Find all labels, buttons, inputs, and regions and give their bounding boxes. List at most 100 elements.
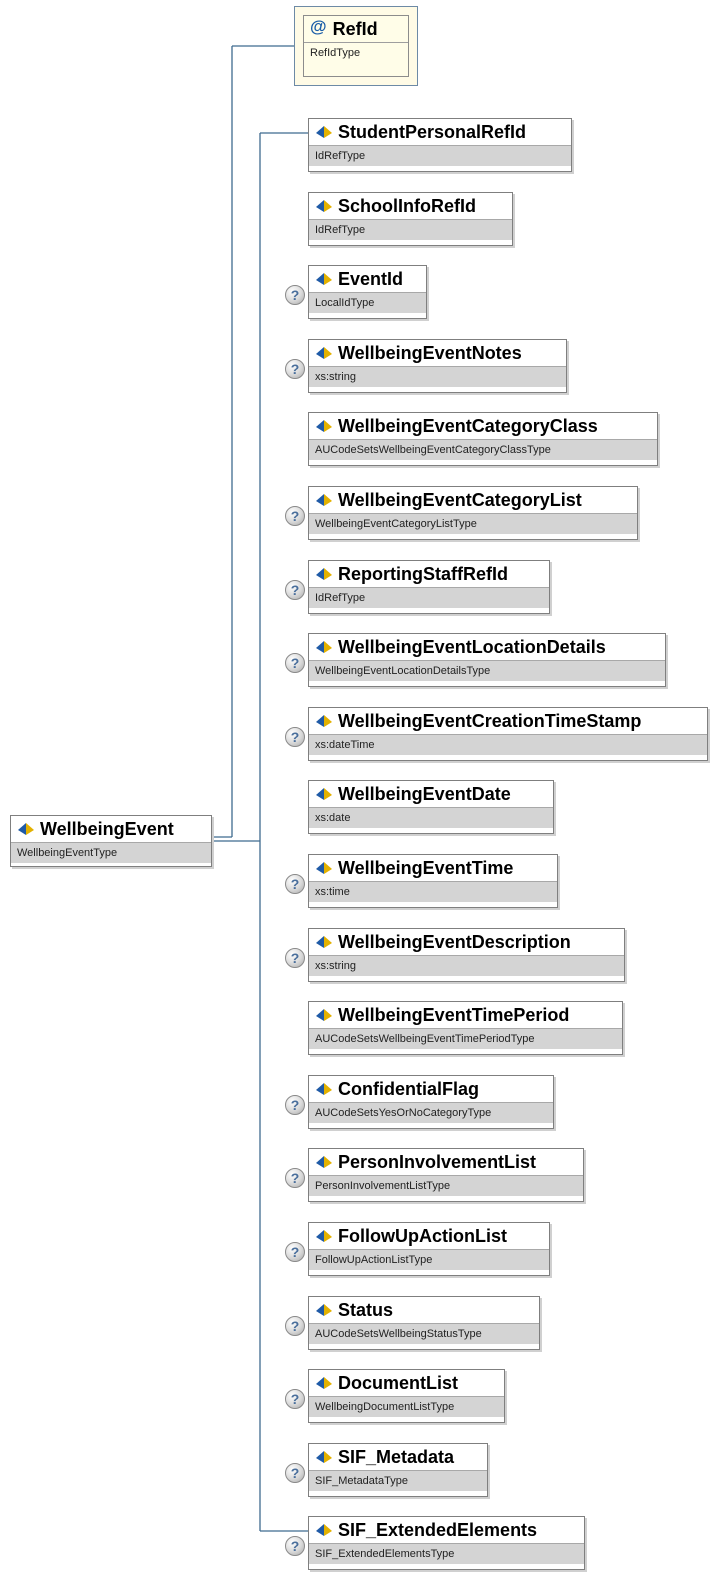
child-element-type: xs:date <box>309 807 553 828</box>
optional-icon: ? <box>285 285 305 305</box>
root-element-box[interactable]: WellbeingEvent WellbeingEventType <box>10 815 212 867</box>
child-element-box[interactable]: WellbeingEventCreationTimeStamp xs:dateTi… <box>308 707 708 761</box>
child-element-type: xs:string <box>309 366 566 387</box>
child-element-type: IdRefType <box>309 145 571 166</box>
child-element-name: EventId <box>338 268 404 289</box>
optional-icon: ? <box>285 359 305 379</box>
child-element-box[interactable]: DocumentList WellbeingDocumentListType <box>308 1369 505 1423</box>
element-icon <box>316 1009 332 1021</box>
element-icon <box>316 126 332 138</box>
child-element-name: PersonInvolvementList <box>338 1151 537 1172</box>
element-icon <box>316 420 332 432</box>
child-element-name: WellbeingEventCategoryList <box>338 489 582 510</box>
child-element-name: WellbeingEventNotes <box>338 342 522 363</box>
child-element-name: WellbeingEventCreationTimeStamp <box>338 710 642 731</box>
optional-icon: ? <box>285 1095 305 1115</box>
child-element-name: WellbeingEventTimePeriod <box>338 1004 570 1025</box>
element-icon <box>316 1230 332 1242</box>
child-element-name: StudentPersonalRefId <box>338 121 527 142</box>
child-element-name: WellbeingEventDate <box>338 783 511 804</box>
root-element-type: WellbeingEventType <box>11 842 211 863</box>
optional-icon: ? <box>285 727 305 747</box>
element-icon <box>316 568 332 580</box>
optional-icon: ? <box>285 1463 305 1483</box>
element-icon <box>316 347 332 359</box>
optional-icon: ? <box>285 653 305 673</box>
child-element-type: AUCodeSetsWellbeingEventTimePeriodType <box>309 1028 622 1049</box>
child-element-box[interactable]: WellbeingEventNotes xs:string <box>308 339 567 393</box>
child-element-type: IdRefType <box>309 219 512 240</box>
child-element-type: AUCodeSetsWellbeingEventCategoryClassTyp… <box>309 439 657 460</box>
child-element-type: xs:string <box>309 955 624 976</box>
element-icon <box>316 788 332 800</box>
child-element-type: xs:time <box>309 881 557 902</box>
child-element-name: WellbeingEventCategoryClass <box>338 415 598 436</box>
attribute-type: RefIdType <box>304 42 408 63</box>
child-element-box[interactable]: WellbeingEventTimePeriod AUCodeSetsWellbe… <box>308 1001 623 1055</box>
child-element-type: PersonInvolvementListType <box>309 1175 583 1196</box>
element-icon <box>316 200 332 212</box>
child-element-box[interactable]: WellbeingEventDate xs:date <box>308 780 554 834</box>
child-element-box[interactable]: WellbeingEventTime xs:time <box>308 854 558 908</box>
attribute-name: RefId <box>332 18 378 39</box>
element-icon <box>316 273 332 285</box>
child-element-type: xs:dateTime <box>309 734 707 755</box>
child-element-box[interactable]: PersonInvolvementList PersonInvolvementLi… <box>308 1148 584 1202</box>
element-icon <box>316 936 332 948</box>
child-element-box[interactable]: ReportingStaffRefId IdRefType <box>308 560 550 614</box>
optional-icon: ? <box>285 1316 305 1336</box>
attribute-box[interactable]: @ RefId RefIdType <box>294 6 418 86</box>
child-element-name: WellbeingEventDescription <box>338 931 571 952</box>
element-icon <box>18 823 34 835</box>
child-element-name: SIF_Metadata <box>338 1446 455 1467</box>
child-element-name: SIF_ExtendedElements <box>338 1519 538 1540</box>
child-element-box[interactable]: WellbeingEventDescription xs:string <box>308 928 625 982</box>
child-element-name: WellbeingEventTime <box>338 857 514 878</box>
child-element-type: SIF_ExtendedElementsType <box>309 1543 584 1564</box>
child-element-type: WellbeingEventCategoryListType <box>309 513 637 534</box>
element-icon <box>316 641 332 653</box>
child-element-name: ConfidentialFlag <box>338 1078 479 1099</box>
element-icon <box>316 862 332 874</box>
child-element-box[interactable]: Status AUCodeSetsWellbeingStatusType <box>308 1296 540 1350</box>
child-element-box[interactable]: EventId LocalIdType <box>308 265 427 319</box>
element-icon <box>316 1083 332 1095</box>
optional-icon: ? <box>285 506 305 526</box>
child-element-type: WellbeingDocumentListType <box>309 1396 504 1417</box>
child-element-name: Status <box>338 1299 394 1320</box>
child-element-box[interactable]: WellbeingEventCategoryList WellbeingEvent… <box>308 486 638 540</box>
element-icon <box>316 1451 332 1463</box>
element-icon <box>316 715 332 727</box>
child-element-type: WellbeingEventLocationDetailsType <box>309 660 665 681</box>
child-element-box[interactable]: SchoolInfoRefId IdRefType <box>308 192 513 246</box>
element-icon <box>316 1524 332 1536</box>
child-element-box[interactable]: WellbeingEventCategoryClass AUCodeSetsWel… <box>308 412 658 466</box>
element-icon <box>316 1304 332 1316</box>
optional-icon: ? <box>285 580 305 600</box>
child-element-type: IdRefType <box>309 587 549 608</box>
child-element-box[interactable]: SIF_Metadata SIF_MetadataType <box>308 1443 488 1497</box>
child-element-type: AUCodeSetsWellbeingStatusType <box>309 1323 539 1344</box>
child-element-box[interactable]: StudentPersonalRefId IdRefType <box>308 118 572 172</box>
attribute-icon: @ <box>310 17 327 36</box>
child-element-name: DocumentList <box>338 1372 459 1393</box>
child-element-box[interactable]: SIF_ExtendedElements SIF_ExtendedElements… <box>308 1516 585 1570</box>
child-element-name: SchoolInfoRefId <box>338 195 476 216</box>
element-icon <box>316 1156 332 1168</box>
child-element-type: LocalIdType <box>309 292 426 313</box>
child-element-box[interactable]: FollowUpActionList FollowUpActionListType <box>308 1222 550 1276</box>
optional-icon: ? <box>285 948 305 968</box>
child-element-box[interactable]: WellbeingEventLocationDetails WellbeingEv… <box>308 633 666 687</box>
child-element-name: WellbeingEventLocationDetails <box>338 636 606 657</box>
element-icon <box>316 1377 332 1389</box>
child-element-name: FollowUpActionList <box>338 1225 507 1246</box>
optional-icon: ? <box>285 1168 305 1188</box>
optional-icon: ? <box>285 1242 305 1262</box>
child-element-box[interactable]: ConfidentialFlag AUCodeSetsYesOrNoCategor… <box>308 1075 554 1129</box>
child-element-name: ReportingStaffRefId <box>338 563 508 584</box>
optional-icon: ? <box>285 874 305 894</box>
optional-icon: ? <box>285 1389 305 1409</box>
child-element-type: AUCodeSetsYesOrNoCategoryType <box>309 1102 553 1123</box>
child-element-type: FollowUpActionListType <box>309 1249 549 1270</box>
element-icon <box>316 494 332 506</box>
